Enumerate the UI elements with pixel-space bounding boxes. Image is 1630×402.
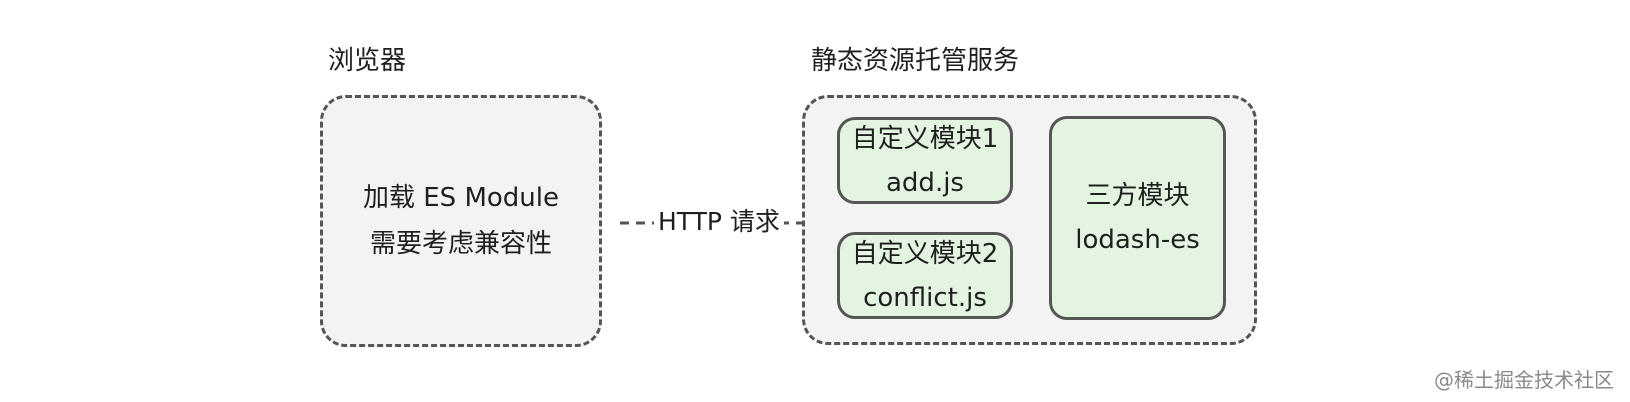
browser-box: 加载 ES Module 需要考虑兼容性 bbox=[320, 95, 602, 347]
browser-line-1: 加载 ES Module bbox=[362, 183, 559, 213]
watermark: @稀土掘金技术社区 bbox=[1434, 368, 1614, 392]
server-title: 静态资源托管服务 bbox=[811, 46, 1020, 76]
custom-module-2: 自定义模块2 conflict.js bbox=[837, 232, 1013, 319]
custom-module-1: 自定义模块1 add.js bbox=[837, 117, 1013, 204]
custom-module-1-title: 自定义模块1 bbox=[851, 123, 999, 154]
http-request-label: HTTP 请求 bbox=[654, 207, 784, 237]
browser-line-2: 需要考虑兼容性 bbox=[369, 229, 552, 259]
third-party-name: lodash-es bbox=[1075, 225, 1200, 255]
custom-module-2-title: 自定义模块2 bbox=[851, 238, 999, 269]
third-party-module: 三方模块 lodash-es bbox=[1049, 116, 1226, 320]
custom-module-2-file: conflict.js bbox=[863, 282, 987, 313]
third-party-title: 三方模块 bbox=[1085, 181, 1190, 211]
custom-module-1-file: add.js bbox=[886, 167, 964, 198]
browser-title: 浏览器 bbox=[328, 46, 407, 76]
